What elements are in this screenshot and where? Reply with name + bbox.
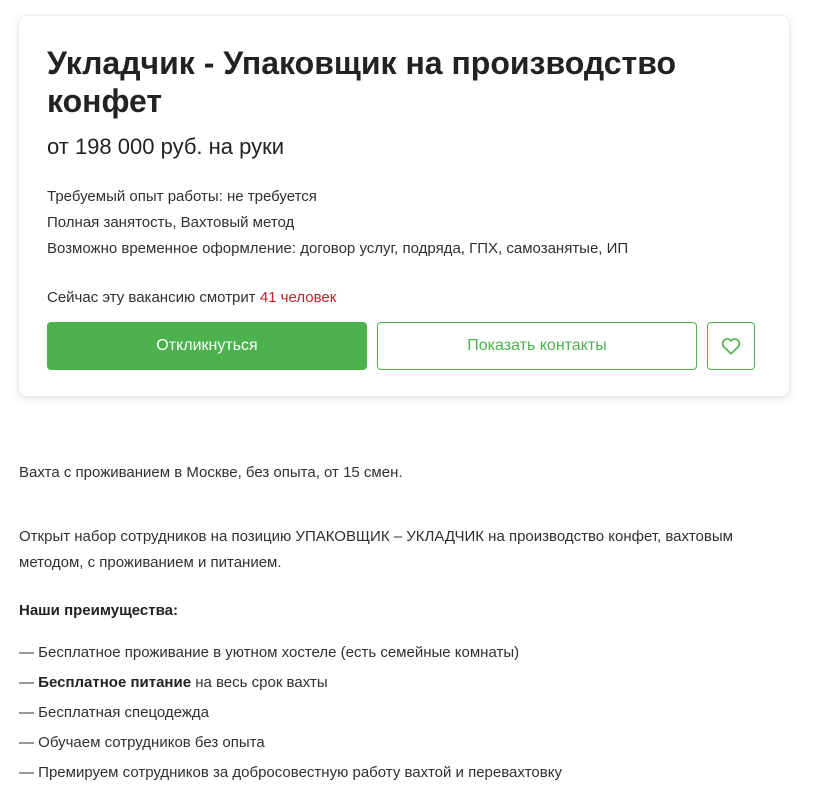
watching-now: Сейчас эту вакансию смотрит 41 человек [47,288,336,308]
vacancy-details: Требуемый опыт работы: не требуется Полн… [47,184,628,262]
recruiting-text: Открыт набор сотрудников на позицию УПАК… [19,528,733,571]
list-item: — Премируем сотрудников за добросовестну… [19,764,562,781]
employment-text: Полная занятость, Вахтовый метод [47,214,295,231]
heart-icon [721,338,741,355]
experience-text: Требуемый опыт работы: не требуется [47,188,317,205]
vacancy-salary: от 198 000 руб. на руки [47,134,285,159]
list-item: — Бесплатное проживание в уютном хостеле… [19,644,520,661]
intro-text: Вахта с проживанием в Москве, без опыта,… [19,464,403,481]
contract-text: Возможно временное оформление: договор у… [47,240,629,257]
watching-count: 41 человек [259,289,337,306]
list-item: — Обучаем сотрудников без опыта [19,734,265,751]
vacancy-title: Укладчик - Упаковщик на производство кон… [47,45,676,119]
respond-button[interactable]: Откликнуться [47,322,367,370]
watching-prefix: Сейчас эту вакансию смотрит [47,289,260,306]
list-item: — Бесплатная спецодежда [19,704,209,721]
show-contacts-button[interactable]: Показать контакты [377,322,697,370]
list-item: — Бесплатное питание на весь срок вахты [19,674,328,691]
favorite-button[interactable] [707,322,755,370]
vacancy-card: Укладчик - Упаковщик на производство кон… [19,16,789,396]
advantages-heading: Наши преимущества: [19,602,178,619]
advantages-list: — Бесплатное проживание в уютном хостеле… [19,638,562,788]
